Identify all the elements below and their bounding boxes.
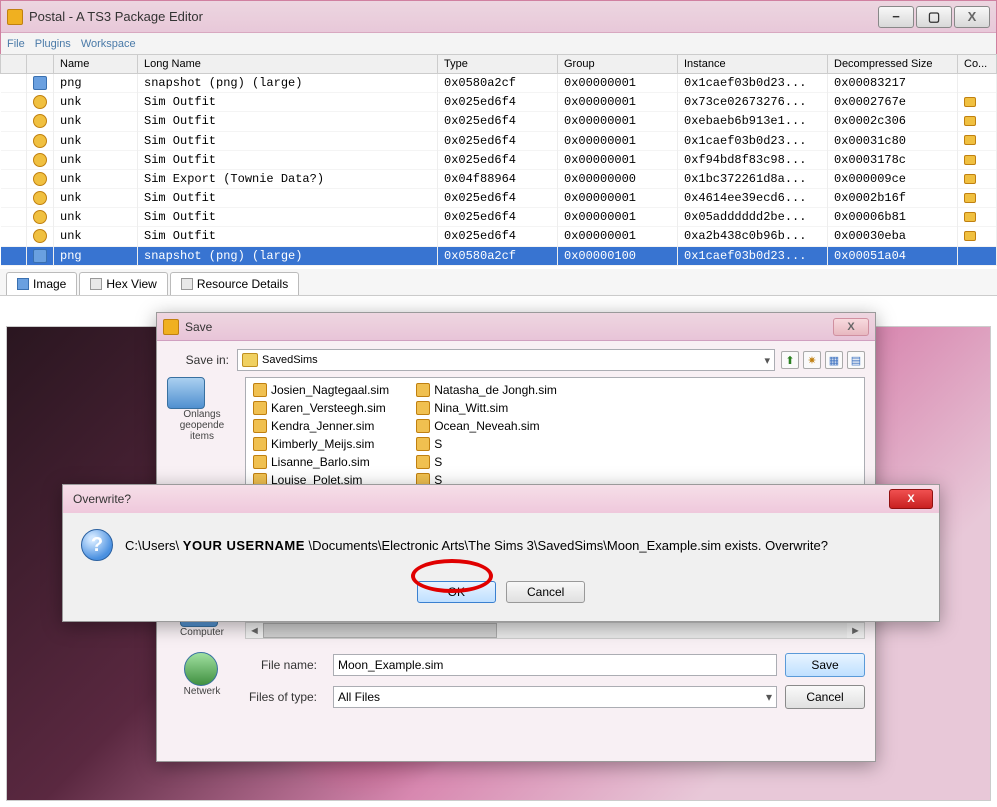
- list-item[interactable]: S: [413, 454, 560, 470]
- list-item[interactable]: Natasha_de Jongh.sim: [413, 382, 560, 398]
- menu-plugins[interactable]: Plugins: [35, 38, 71, 50]
- menu-file[interactable]: File: [7, 38, 25, 50]
- hex-icon: [90, 278, 102, 290]
- app-icon: [7, 9, 23, 25]
- resource-grid[interactable]: Name Long Name Type Group Instance Decom…: [0, 54, 997, 266]
- view-details-icon[interactable]: ▤: [847, 351, 865, 369]
- up-folder-icon[interactable]: ⬆: [781, 351, 799, 369]
- menu-bar: File Plugins Workspace: [1, 33, 996, 55]
- table-row[interactable]: unkSim Outfit0x025ed6f40x000000010x1caef…: [1, 131, 997, 150]
- ok-button[interactable]: OK: [417, 581, 496, 603]
- scroll-left-icon[interactable]: ◄: [246, 625, 263, 637]
- overwrite-title: Overwrite?: [69, 492, 889, 506]
- place-network[interactable]: Netwerk: [184, 652, 221, 697]
- table-row[interactable]: unkSim Export (Townie Data?)0x04f889640x…: [1, 169, 997, 188]
- savein-combo[interactable]: SavedSims: [237, 349, 775, 371]
- minimize-button[interactable]: −: [878, 6, 914, 28]
- overwrite-cancel-button[interactable]: Cancel: [506, 581, 585, 603]
- overwrite-close-button[interactable]: X: [889, 489, 933, 509]
- save-cancel-button[interactable]: Cancel: [785, 685, 865, 709]
- col-type[interactable]: Type: [438, 55, 558, 74]
- col-name[interactable]: Name: [54, 55, 138, 74]
- maximize-button[interactable]: ▢: [916, 6, 952, 28]
- tab-image[interactable]: Image: [6, 272, 77, 295]
- folder-icon: [242, 353, 258, 367]
- table-row[interactable]: unkSim Outfit0x025ed6f40x000000010x05add…: [1, 208, 997, 227]
- filename-label: File name:: [245, 658, 325, 672]
- save-dialog-close-button[interactable]: X: [833, 318, 869, 336]
- list-item[interactable]: Ocean_Neveah.sim: [413, 418, 560, 434]
- tabs-row: Image Hex View Resource Details: [0, 269, 997, 296]
- menu-workspace[interactable]: Workspace: [81, 38, 136, 50]
- col-long[interactable]: Long Name: [138, 55, 438, 74]
- image-icon: [17, 278, 29, 290]
- list-item[interactable]: Kendra_Jenner.sim: [250, 418, 395, 434]
- window-title: Postal - A TS3 Package Editor: [29, 9, 876, 24]
- col-icon[interactable]: [1, 55, 27, 74]
- list-item[interactable]: Karen_Versteegh.sim: [250, 400, 395, 416]
- save-button[interactable]: Save: [785, 653, 865, 677]
- details-icon: [181, 278, 193, 290]
- table-row[interactable]: unkSim Outfit0x025ed6f40x000000010x73ce0…: [1, 93, 997, 112]
- savein-value: SavedSims: [262, 354, 318, 366]
- scroll-thumb[interactable]: [263, 623, 497, 638]
- list-item[interactable]: Josien_Nagtegaal.sim: [250, 382, 395, 398]
- table-row[interactable]: unkSim Outfit0x025ed6f40x000000010xebaeb…: [1, 112, 997, 131]
- place-recent[interactable]: Onlangs geopende items: [167, 377, 237, 442]
- view-list-icon[interactable]: ▦: [825, 351, 843, 369]
- table-row[interactable]: unkSim Outfit0x025ed6f40x000000010x4614e…: [1, 189, 997, 208]
- list-item[interactable]: Nina_Witt.sim: [413, 400, 560, 416]
- question-icon: ?: [81, 529, 113, 561]
- filename-input[interactable]: [333, 654, 777, 676]
- save-dialog-titlebar: Save X: [157, 313, 875, 341]
- col-instance[interactable]: Instance: [678, 55, 828, 74]
- scroll-right-icon[interactable]: ►: [847, 625, 864, 637]
- table-row[interactable]: unkSim Outfit0x025ed6f40x000000010xa2b43…: [1, 227, 997, 246]
- list-item[interactable]: Lisanne_Barlo.sim: [250, 454, 395, 470]
- col-icon2[interactable]: [27, 55, 54, 74]
- savein-label: Save in:: [167, 353, 237, 367]
- package-icon: [163, 319, 179, 335]
- new-folder-icon[interactable]: ✷: [803, 351, 821, 369]
- file-scrollbar[interactable]: ◄ ►: [245, 622, 865, 639]
- col-group[interactable]: Group: [558, 55, 678, 74]
- title-bar: Postal - A TS3 Package Editor − ▢ X: [1, 1, 996, 33]
- tab-hex[interactable]: Hex View: [79, 272, 167, 295]
- overwrite-message: C:\Users\ YOUR USERNAME \Documents\Elect…: [125, 538, 828, 553]
- col-comp[interactable]: Co...: [958, 55, 997, 74]
- col-decomp[interactable]: Decompressed Size: [828, 55, 958, 74]
- recent-icon: [167, 377, 205, 409]
- table-row[interactable]: pngsnapshot (png) (large)0x0580a2cf0x000…: [1, 246, 997, 265]
- list-item[interactable]: S: [413, 436, 560, 452]
- close-button[interactable]: X: [954, 6, 990, 28]
- filetype-combo[interactable]: All Files▾: [333, 686, 777, 708]
- network-icon: [184, 652, 218, 686]
- table-row[interactable]: unkSim Outfit0x025ed6f40x000000010xf94bd…: [1, 150, 997, 169]
- overwrite-dialog: Overwrite? X ? C:\Users\ YOUR USERNAME \…: [62, 484, 940, 622]
- tab-resource-details[interactable]: Resource Details: [170, 272, 299, 295]
- list-item[interactable]: Kimberly_Meijs.sim: [250, 436, 395, 452]
- save-dialog-title: Save: [185, 320, 833, 334]
- overwrite-titlebar: Overwrite? X: [63, 485, 939, 513]
- table-row[interactable]: pngsnapshot (png) (large)0x0580a2cf0x000…: [1, 74, 997, 93]
- filetype-label: Files of type:: [245, 690, 325, 704]
